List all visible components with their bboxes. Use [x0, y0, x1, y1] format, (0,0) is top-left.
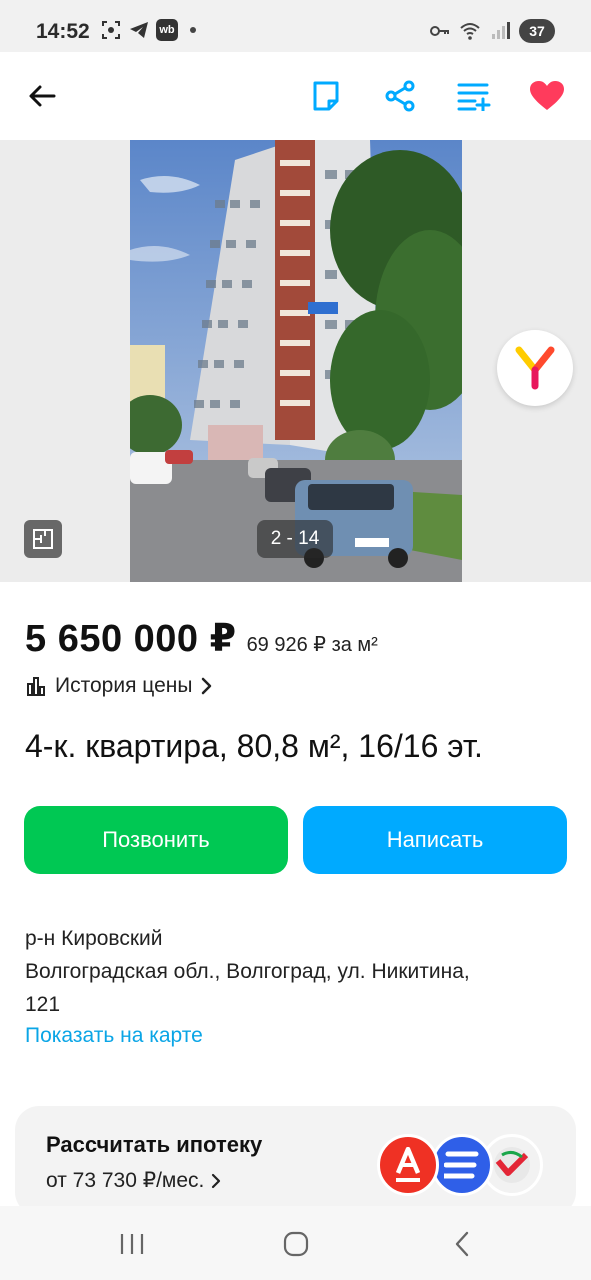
system-back-button[interactable] — [440, 1226, 484, 1262]
price-history-link[interactable]: История цены — [25, 674, 214, 698]
mortgage-subtitle: от 73 730 ₽/мес. — [46, 1168, 222, 1193]
chevron-right-icon — [202, 677, 212, 695]
chevron-right-icon — [212, 1173, 221, 1188]
note-button[interactable] — [304, 74, 348, 118]
recents-button[interactable] — [110, 1226, 154, 1262]
show-on-map-link[interactable]: Показать на карте — [25, 1024, 203, 1048]
district: р-н Кировский — [25, 927, 163, 950]
back-arrow-icon — [29, 85, 56, 107]
wb-icon: wb — [156, 19, 178, 41]
mortgage-title: Рассчитать ипотеку — [46, 1132, 263, 1157]
alfa-bank-icon — [377, 1134, 439, 1196]
floor-plan-button[interactable] — [24, 520, 62, 558]
bank-stripes-icon — [431, 1134, 493, 1196]
wifi-icon — [460, 23, 480, 40]
write-button[interactable]: Написать — [303, 806, 567, 874]
address-block: р-н Кировский Волгоградская обл., Волгог… — [25, 922, 470, 1021]
listing-title: 4-к. квартира, 80,8 м², 16/16 эт. — [25, 728, 483, 764]
notification-dot — [190, 27, 196, 33]
mortgage-monthly: от 73 730 ₽/мес. — [46, 1169, 205, 1192]
home-button[interactable] — [274, 1226, 318, 1262]
status-bar: 14:52 wb 37 — [0, 0, 591, 52]
price-row: 5 650 000 ₽ 69 926 ₽ за м² — [25, 616, 378, 661]
status-icons-left: wb — [100, 19, 196, 41]
price-history-label: История цены — [55, 674, 193, 697]
note-icon — [313, 81, 339, 111]
telegram-icon — [130, 22, 148, 38]
compare-button[interactable] — [452, 74, 496, 118]
signal-icon — [492, 22, 510, 39]
key-icon — [430, 26, 449, 36]
floor-plan-icon — [33, 529, 53, 549]
heart-icon — [530, 81, 564, 110]
address-line-2: 121 — [25, 993, 61, 1016]
mortgage-card[interactable]: Рассчитать ипотеку от 73 730 ₽/мес. — [15, 1106, 576, 1216]
address-line-1: Волгоградская обл., Волгоград, ул. Никит… — [25, 960, 470, 983]
price: 5 650 000 ₽ — [25, 618, 237, 660]
battery-icon: 37 — [519, 19, 555, 43]
recents-icon — [120, 1234, 144, 1254]
call-button[interactable]: Позвонить — [24, 806, 288, 874]
yandex-button[interactable] — [497, 330, 573, 406]
share-button[interactable] — [378, 74, 422, 118]
home-icon — [283, 1231, 309, 1257]
price-per-sqm: 69 926 ₽ за м² — [246, 634, 378, 656]
status-time: 14:52 — [36, 20, 90, 43]
building-photo — [130, 140, 462, 582]
photo-counter: 2 - 14 — [257, 520, 333, 558]
favorite-button[interactable] — [525, 74, 569, 118]
toolbar — [0, 52, 591, 140]
back-button[interactable] — [20, 74, 64, 118]
back-icon — [455, 1231, 469, 1257]
share-icon — [385, 80, 415, 112]
compare-icon — [457, 83, 491, 111]
screenshot-icon — [102, 21, 120, 39]
system-nav-bar — [0, 1206, 591, 1280]
status-icons-right: 37 — [429, 19, 555, 43]
bar-chart-icon — [27, 677, 45, 696]
listing-photo[interactable] — [130, 140, 462, 582]
photo-gallery[interactable]: 2 - 14 — [0, 140, 591, 582]
yandex-icon — [515, 346, 555, 390]
